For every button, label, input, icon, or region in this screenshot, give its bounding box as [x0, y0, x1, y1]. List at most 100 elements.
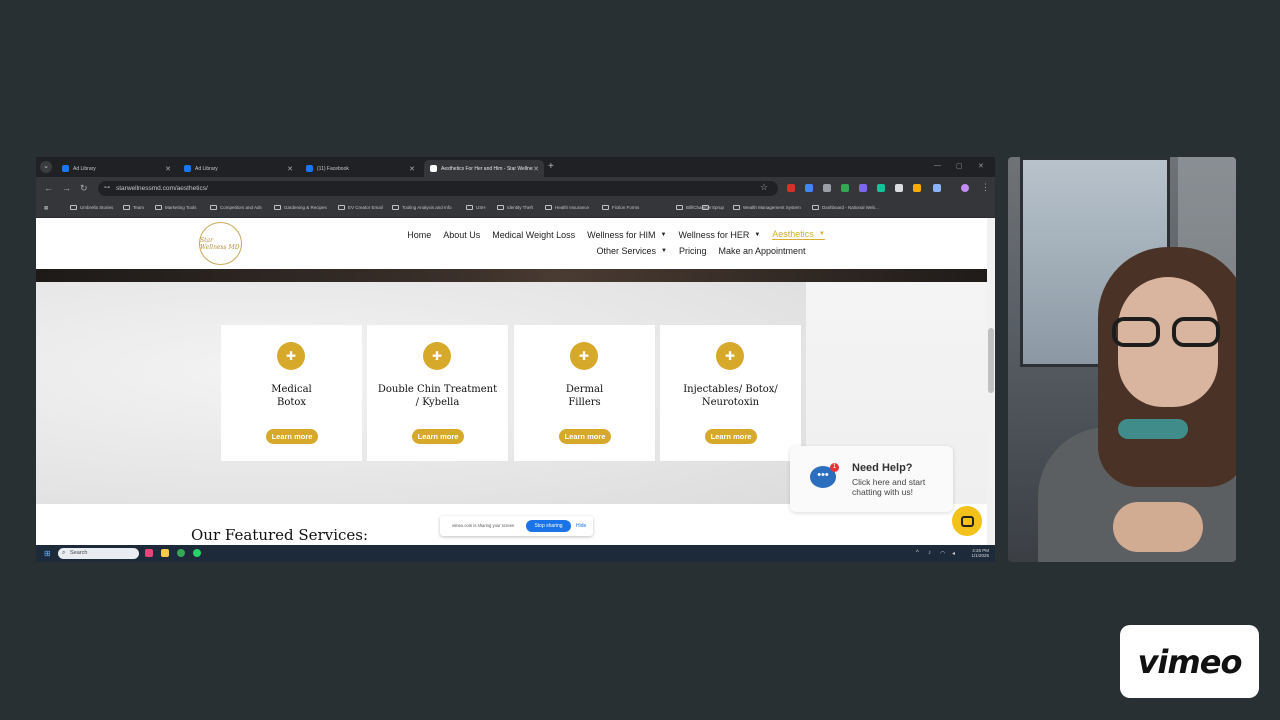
service-card: ✚ Dermal Fillers Learn more [514, 325, 655, 461]
vimeo-logo[interactable]: vimeo [1120, 625, 1259, 698]
bookmark-label: Fiction Forms [612, 205, 640, 210]
chrome-icon[interactable] [177, 549, 185, 557]
close-tab-icon[interactable]: ✕ [409, 165, 415, 173]
bookmark-item[interactable]: Marketing Tools [155, 205, 196, 210]
nav-item[interactable]: Wellness for HER ▼ [678, 229, 760, 240]
wifi-icon[interactable]: ◠ [940, 550, 945, 557]
close-tab-icon[interactable]: ✕ [533, 165, 539, 173]
bookmark-item[interactable]: Gardening & Recipes [274, 205, 327, 210]
bookmark-item[interactable]: USH [466, 205, 486, 210]
url-bar[interactable]: ⊶ starwellnessmd.com/aesthetics/ [98, 181, 778, 196]
tab-search-icon[interactable]: ⌄ [40, 161, 52, 173]
extension-icon[interactable] [787, 184, 795, 192]
extension-icon[interactable] [895, 184, 903, 192]
extension-icon[interactable] [823, 184, 831, 192]
service-card: ✚ Double Chin Treatment / Kybella Learn mo… [367, 325, 508, 461]
shared-screen: ⌄ Ad Library ✕ Ad Library ✕ (11) Facebook ✕ Ae… [36, 157, 995, 562]
extension-icon[interactable] [805, 184, 813, 192]
hand-plus-icon: ✚ [716, 342, 744, 370]
nav-item[interactable]: Medical Weight Loss [492, 229, 575, 240]
browser-tab[interactable]: Aesthetics For Her and Him - Star Wellne… [424, 160, 544, 177]
bookmark-item[interactable]: EV Creator Email [338, 205, 383, 210]
url-text: starwellnessmd.com/aesthetics/ [116, 185, 208, 192]
nav-item[interactable]: Make an Appointment [718, 246, 805, 256]
close-tab-icon[interactable]: ✕ [165, 165, 171, 173]
browser-tabbar: ⌄ Ad Library ✕ Ad Library ✕ (11) Facebook ✕ Ae… [36, 157, 995, 177]
main-nav: Home About Us Medical Weight Loss Wellness … [396, 229, 836, 262]
tray-chevron-icon[interactable]: ^ [916, 550, 919, 556]
tab-title: Aesthetics For Her and Him - Star Wellne… [441, 165, 534, 172]
profile-avatar-icon[interactable] [961, 184, 969, 192]
microphone-icon[interactable]: ♪ [928, 550, 931, 556]
close-tab-icon[interactable]: ✕ [287, 165, 293, 173]
windows-taskbar: ⊞ ⌕ Search ^ ♪ ◠ ◂ 4:26 PM 1/1/2025 [36, 545, 995, 562]
minimize-icon[interactable]: — [934, 162, 941, 169]
share-status-text: vimeo.com is sharing your screen [452, 523, 515, 528]
bookmark-item[interactable]: Team [123, 205, 144, 210]
windows-start-icon[interactable]: ⊞ [44, 549, 53, 558]
bookmark-item[interactable]: Umbrella Stories [70, 205, 113, 210]
learn-more-button[interactable]: Learn more [559, 429, 611, 444]
help-subtext: Click here and start chatting with us! [852, 477, 926, 497]
site-info-icon[interactable]: ⊶ [104, 181, 110, 196]
site-logo[interactable]: Star Wellness MD [199, 222, 242, 265]
hide-share-bar-link[interactable]: Hide [576, 523, 586, 529]
learn-more-button[interactable]: Learn more [705, 429, 757, 444]
volume-icon[interactable]: ◂ [952, 550, 955, 557]
extension-icon[interactable] [877, 184, 885, 192]
extension-icon[interactable] [913, 184, 921, 192]
bookmark-item[interactable]: Wealth Management System [733, 205, 801, 210]
whatsapp-icon[interactable] [193, 549, 201, 557]
nav-item[interactable]: About Us [443, 229, 480, 240]
folder-icon [70, 205, 77, 210]
logo-text: Star Wellness MD [200, 236, 240, 251]
learn-more-button[interactable]: Learn more [412, 429, 464, 444]
nav-item[interactable]: Aesthetics ▼ [772, 229, 825, 240]
close-window-icon[interactable]: ✕ [978, 162, 984, 170]
bookmark-label: Team [133, 205, 145, 210]
browser-tab[interactable]: (11) Facebook ✕ [300, 160, 420, 177]
folder-icon [210, 205, 217, 210]
forward-icon[interactable]: → [62, 183, 71, 193]
nav-item[interactable]: Wellness for HIM ▼ [587, 229, 666, 240]
bookmark-star-icon[interactable]: ☆ [760, 182, 768, 193]
browser-tab[interactable]: Ad Library ✕ [56, 160, 176, 177]
extension-icon[interactable] [841, 184, 849, 192]
bookmark-item[interactable]: Health Insurance [545, 205, 589, 210]
bookmark-item[interactable]: Fiction Forms [602, 205, 639, 210]
chevron-down-icon: ▼ [754, 231, 761, 238]
scroll-thumb[interactable] [988, 328, 994, 393]
maximize-icon[interactable]: ▢ [956, 162, 963, 170]
apps-icon[interactable]: ▦ [44, 205, 48, 211]
nav-item[interactable]: Pricing [679, 246, 707, 256]
page-scrollbar[interactable] [987, 218, 995, 545]
bookmark-item[interactable]: Competitors and Ads [210, 205, 262, 210]
tab-favicon-icon [184, 165, 191, 172]
browser-tab[interactable]: Ad Library ✕ [178, 160, 298, 177]
nav-item[interactable]: Home [407, 229, 431, 240]
back-icon[interactable]: ← [44, 183, 53, 193]
taskbar-search-input[interactable]: ⌕ Search [58, 548, 139, 559]
nav-label: Home [407, 229, 432, 240]
nav-item[interactable]: Other Services ▼ [596, 246, 666, 256]
new-tab-icon[interactable]: + [548, 161, 554, 172]
bookmark-label: Gardening & Recipes [284, 205, 327, 210]
bookmark-item[interactable]: Tooling Analysis and Info [392, 205, 452, 210]
extensions-puzzle-icon[interactable] [933, 184, 941, 192]
file-explorer-icon[interactable] [161, 549, 169, 557]
hero-image-strip [36, 269, 987, 282]
stop-sharing-button[interactable]: Stop sharing [526, 520, 571, 532]
learn-more-button[interactable]: Learn more [266, 429, 318, 444]
taskbar-app-icon[interactable] [145, 549, 153, 557]
chat-launcher-button[interactable] [952, 506, 982, 536]
help-chat-widget[interactable]: ••• 1 Need Help? Click here and start ch… [790, 446, 953, 512]
browser-menu-icon[interactable]: ⋮ [981, 182, 990, 193]
screen-share-bar: vimeo.com is sharing your screen Stop sh… [440, 516, 593, 536]
nav-label: Other Services [596, 246, 656, 256]
reload-icon[interactable]: ↻ [80, 183, 88, 194]
taskbar-clock[interactable]: 4:26 PM 1/1/2025 [971, 548, 989, 558]
bookmark-item[interactable]: Sprup [702, 205, 724, 210]
bookmark-item[interactable]: Identity Theft [497, 205, 533, 210]
extension-icon[interactable] [859, 184, 867, 192]
bookmark-item[interactable]: Dashboard - National Web... [812, 205, 879, 210]
